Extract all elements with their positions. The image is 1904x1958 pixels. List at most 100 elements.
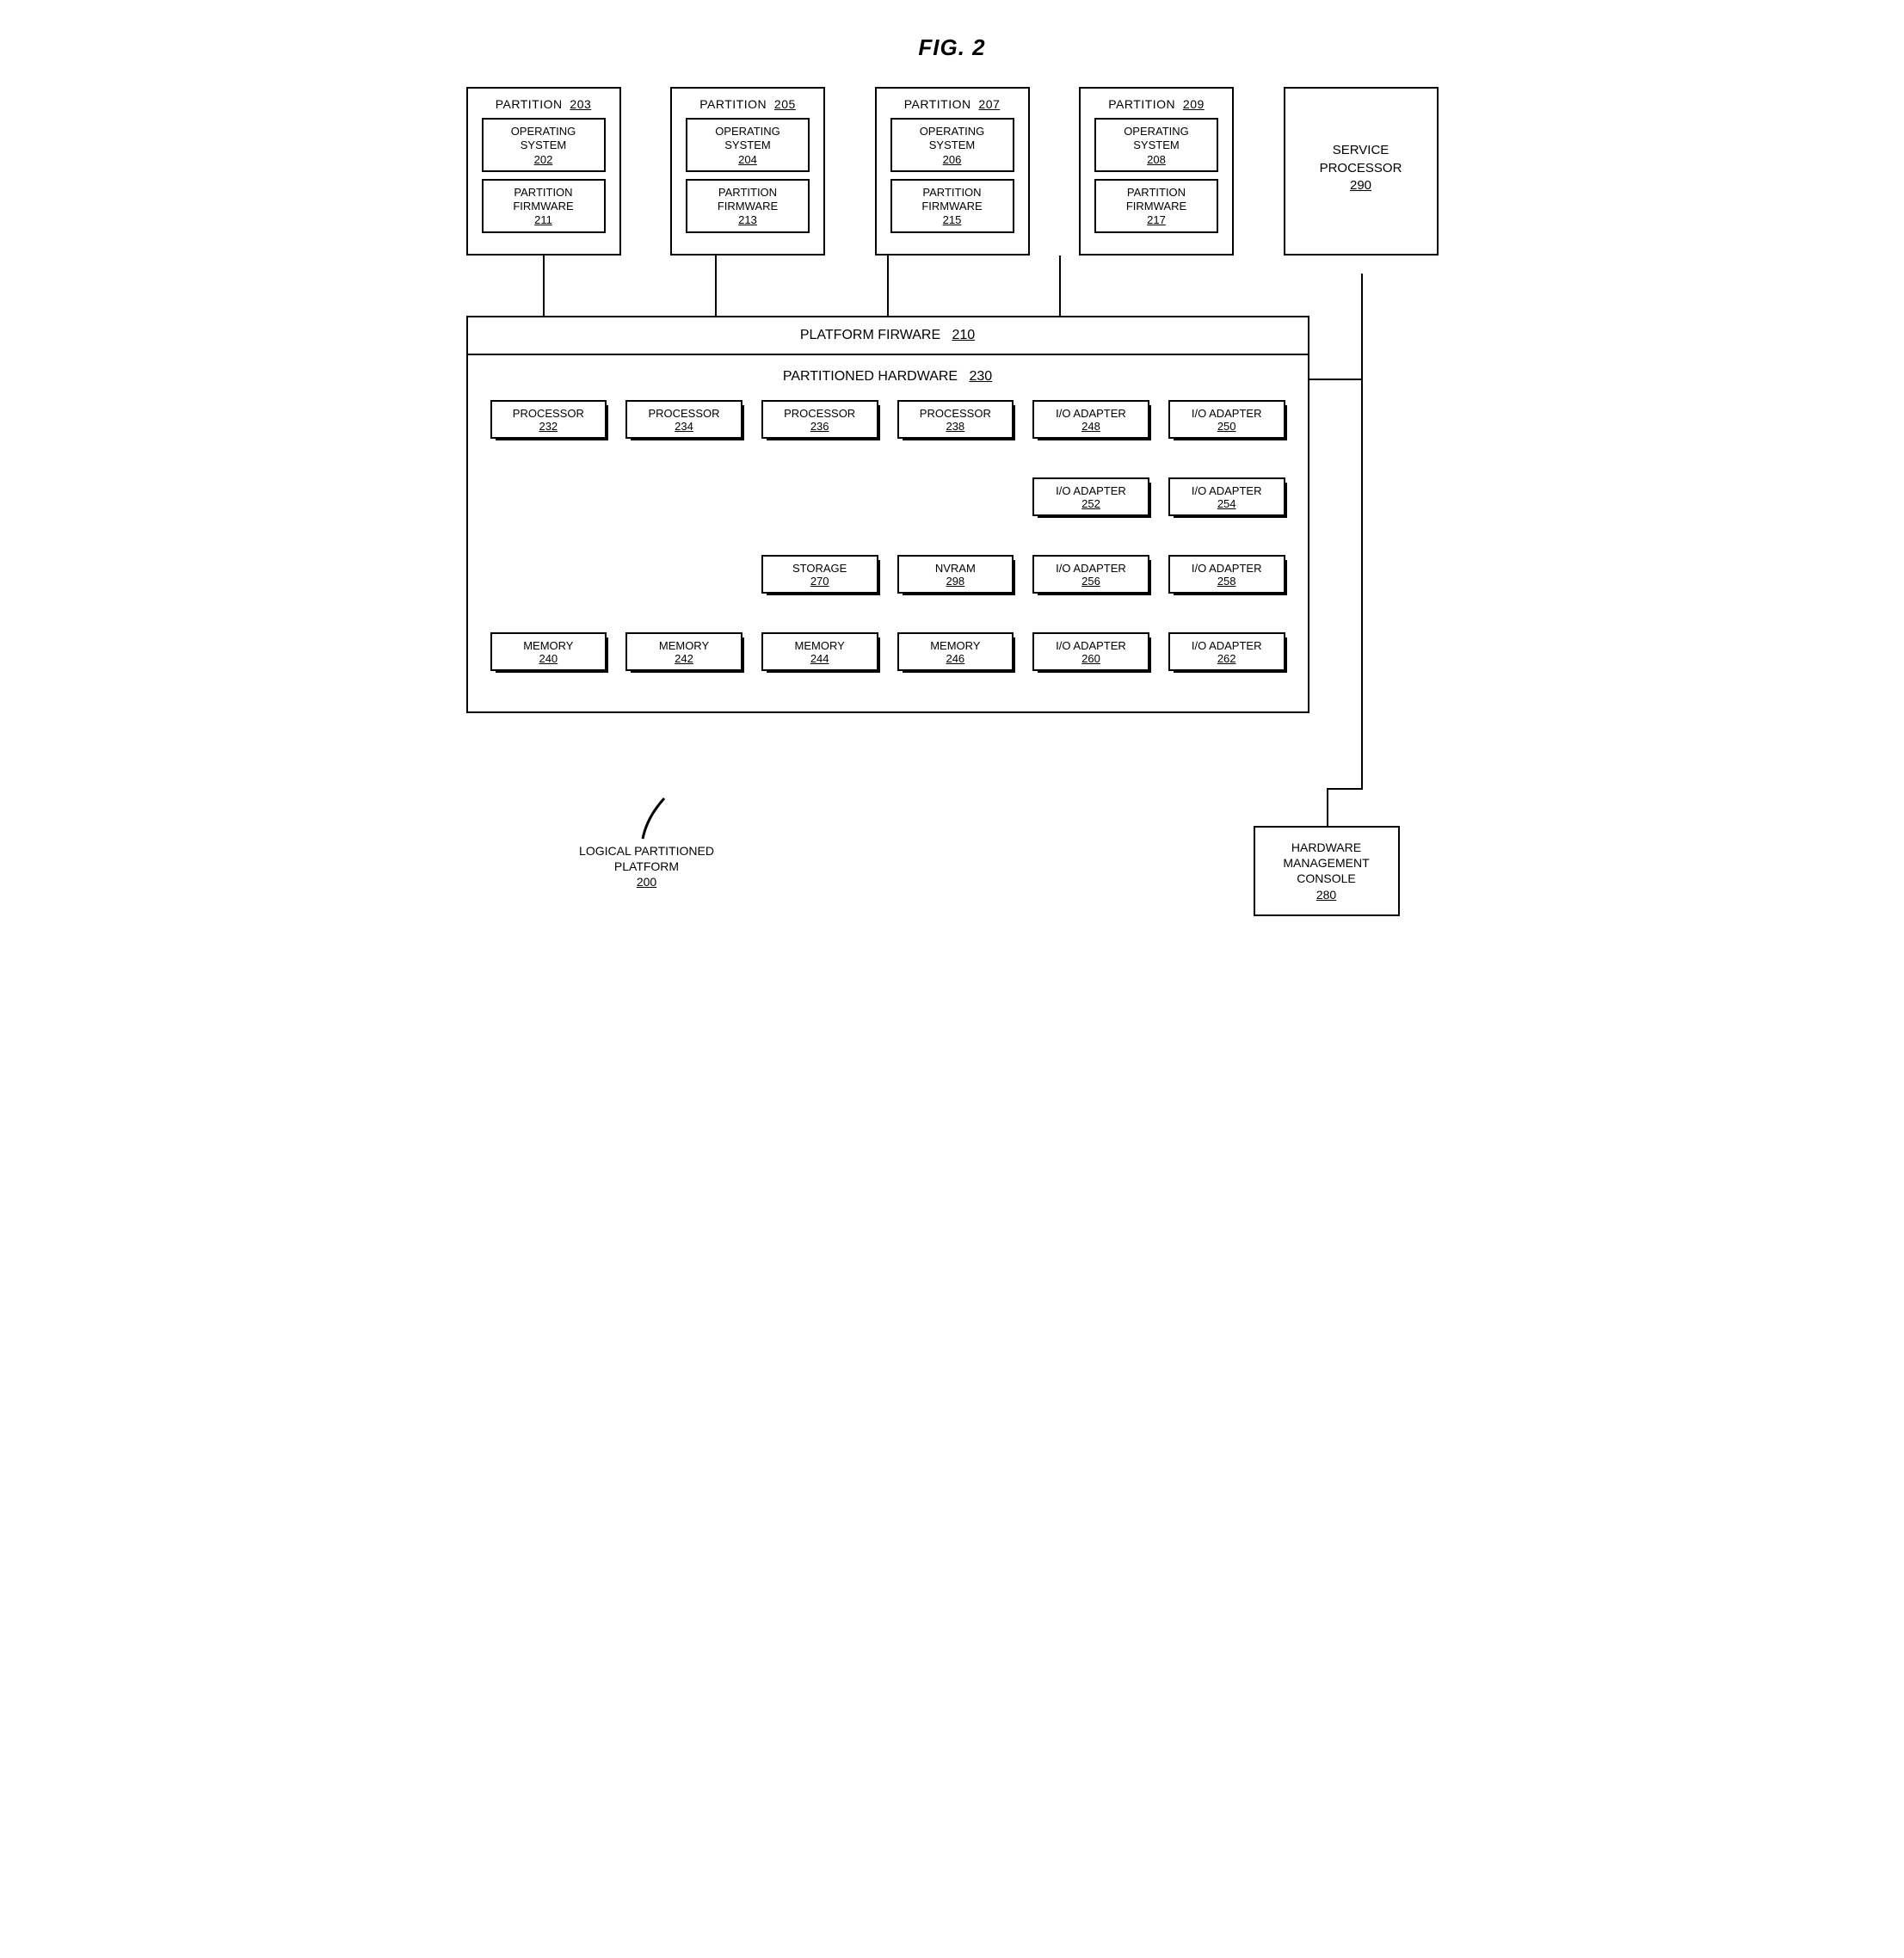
partition-label: PARTITION bbox=[496, 97, 563, 111]
partitioned-hardware-ref: 230 bbox=[969, 369, 992, 384]
partition-header: PARTITION 207 bbox=[885, 97, 1020, 111]
hw-label: MEMORY bbox=[659, 639, 709, 652]
hardware-component-box: NVRAM 298 bbox=[897, 555, 1014, 594]
partitioned-hardware-label: PARTITIONED HARDWARE bbox=[783, 369, 958, 384]
hw-label: MEMORY bbox=[523, 639, 573, 652]
hw-label: I/O ADAPTER bbox=[1192, 484, 1262, 497]
hardware-component-box: PROCESSOR 236 bbox=[761, 400, 878, 439]
partition-label: PARTITION bbox=[1108, 97, 1175, 111]
hw-ref: 240 bbox=[496, 652, 602, 666]
hw-label: PROCESSOR bbox=[920, 407, 991, 420]
hw-ref: 254 bbox=[1174, 497, 1280, 511]
partitions-row: PARTITION 203 OPERATING SYSTEM 202 PARTI… bbox=[466, 87, 1439, 256]
partition-ref: 205 bbox=[774, 97, 796, 111]
platform-label-text: LOGICAL PARTITIONED PLATFORM bbox=[579, 844, 714, 873]
empty-cell bbox=[761, 477, 878, 486]
hw-ref: 262 bbox=[1174, 652, 1280, 666]
hw-label: PROCESSOR bbox=[784, 407, 855, 420]
empty-cell bbox=[490, 477, 607, 486]
partition-ref: 207 bbox=[978, 97, 1000, 111]
connector-line bbox=[715, 256, 717, 316]
hardware-component-box: I/O ADAPTER 250 bbox=[1168, 400, 1285, 439]
hardware-component-box: PROCESSOR 232 bbox=[490, 400, 607, 439]
hw-ref: 234 bbox=[631, 420, 737, 434]
os-label: OPERATING SYSTEM bbox=[715, 125, 780, 151]
service-processor-box: SERVICE PROCESSOR 290 bbox=[1284, 87, 1439, 256]
partition-fw-ref: 215 bbox=[897, 213, 1007, 227]
connector-line bbox=[1327, 788, 1328, 826]
partitioned-hardware-box: PARTITIONED HARDWARE 230 PROCESSOR 232 PR… bbox=[468, 355, 1308, 711]
partition-box: PARTITION 209 OPERATING SYSTEM 208 PARTI… bbox=[1079, 87, 1234, 256]
platform-firmware-box: PLATFORM FIRWARE 210 PARTITIONED HARDWAR… bbox=[466, 316, 1309, 713]
hw-ref: 298 bbox=[903, 575, 1009, 588]
partition-fw-ref: 213 bbox=[693, 213, 803, 227]
connector-line bbox=[1327, 788, 1363, 790]
hw-label: I/O ADAPTER bbox=[1192, 407, 1262, 420]
empty-cell bbox=[625, 555, 742, 563]
connector-line bbox=[543, 256, 545, 316]
hardware-component-box: STORAGE 270 bbox=[761, 555, 878, 594]
pointer-arrow-icon bbox=[630, 791, 681, 843]
hw-ref: 270 bbox=[767, 575, 873, 588]
os-ref: 206 bbox=[897, 153, 1007, 167]
hardware-grid: PROCESSOR 232PROCESSOR 234PROCESSOR 236P… bbox=[490, 400, 1285, 686]
os-label: OPERATING SYSTEM bbox=[920, 125, 985, 151]
hardware-component-box: I/O ADAPTER 254 bbox=[1168, 477, 1285, 516]
hw-ref: 248 bbox=[1038, 420, 1144, 434]
hmc-box: HARDWARE MANAGEMENT CONSOLE 280 bbox=[1254, 826, 1400, 916]
hw-label: MEMORY bbox=[795, 639, 845, 652]
platform-label-ref: 200 bbox=[561, 874, 733, 890]
hw-ref: 244 bbox=[767, 652, 873, 666]
connector-line bbox=[887, 256, 889, 316]
hw-label: I/O ADAPTER bbox=[1056, 562, 1126, 575]
hardware-component-box: PROCESSOR 234 bbox=[625, 400, 742, 439]
hw-label: I/O ADAPTER bbox=[1192, 639, 1262, 652]
platform-firmware-label: PLATFORM FIRWARE bbox=[800, 328, 940, 342]
empty-cell bbox=[625, 477, 742, 486]
hw-label: PROCESSOR bbox=[648, 407, 719, 420]
os-label: OPERATING SYSTEM bbox=[511, 125, 576, 151]
partition-fw-label: PARTITION FIRMWARE bbox=[921, 186, 982, 212]
hw-ref: 252 bbox=[1038, 497, 1144, 511]
hw-ref: 250 bbox=[1174, 420, 1280, 434]
hardware-component-box: MEMORY 244 bbox=[761, 632, 878, 671]
operating-system-box: OPERATING SYSTEM 208 bbox=[1094, 118, 1218, 172]
partition-label: PARTITION bbox=[904, 97, 971, 111]
partition-fw-label: PARTITION FIRMWARE bbox=[513, 186, 573, 212]
partition-header: PARTITION 205 bbox=[681, 97, 815, 111]
partition-box: PARTITION 207 OPERATING SYSTEM 206 PARTI… bbox=[875, 87, 1030, 256]
hw-ref: 260 bbox=[1038, 652, 1144, 666]
partition-firmware-box: PARTITION FIRMWARE 217 bbox=[1094, 179, 1218, 233]
hw-label: I/O ADAPTER bbox=[1056, 639, 1126, 652]
os-ref: 204 bbox=[693, 153, 803, 167]
platform-firmware-ref: 210 bbox=[952, 328, 975, 342]
hw-ref: 238 bbox=[903, 420, 1009, 434]
hardware-component-box: MEMORY 240 bbox=[490, 632, 607, 671]
partition-fw-ref: 211 bbox=[489, 213, 599, 227]
hmc-ref: 280 bbox=[1262, 887, 1391, 902]
hw-label: STORAGE bbox=[792, 562, 847, 575]
partition-firmware-box: PARTITION FIRMWARE 211 bbox=[482, 179, 606, 233]
os-ref: 202 bbox=[489, 153, 599, 167]
service-processor-label: SERVICE PROCESSOR bbox=[1320, 143, 1402, 175]
operating-system-box: OPERATING SYSTEM 202 bbox=[482, 118, 606, 172]
os-ref: 208 bbox=[1101, 153, 1211, 167]
operating-system-box: OPERATING SYSTEM 204 bbox=[686, 118, 810, 172]
hw-label: I/O ADAPTER bbox=[1056, 407, 1126, 420]
hardware-component-box: MEMORY 246 bbox=[897, 632, 1014, 671]
hw-ref: 242 bbox=[631, 652, 737, 666]
hardware-component-box: MEMORY 242 bbox=[625, 632, 742, 671]
operating-system-box: OPERATING SYSTEM 206 bbox=[890, 118, 1014, 172]
hw-ref: 246 bbox=[903, 652, 1009, 666]
partition-connectors bbox=[466, 256, 1439, 316]
figure-title: FIG. 2 bbox=[466, 34, 1439, 61]
partition-label: PARTITION bbox=[699, 97, 767, 111]
hw-ref: 256 bbox=[1038, 575, 1144, 588]
partition-ref: 209 bbox=[1183, 97, 1205, 111]
hardware-component-box: I/O ADAPTER 260 bbox=[1032, 632, 1149, 671]
hw-label: MEMORY bbox=[930, 639, 980, 652]
empty-cell bbox=[490, 555, 607, 563]
connector-line bbox=[1309, 379, 1363, 380]
empty-cell bbox=[897, 477, 1014, 486]
hardware-component-box: I/O ADAPTER 258 bbox=[1168, 555, 1285, 594]
